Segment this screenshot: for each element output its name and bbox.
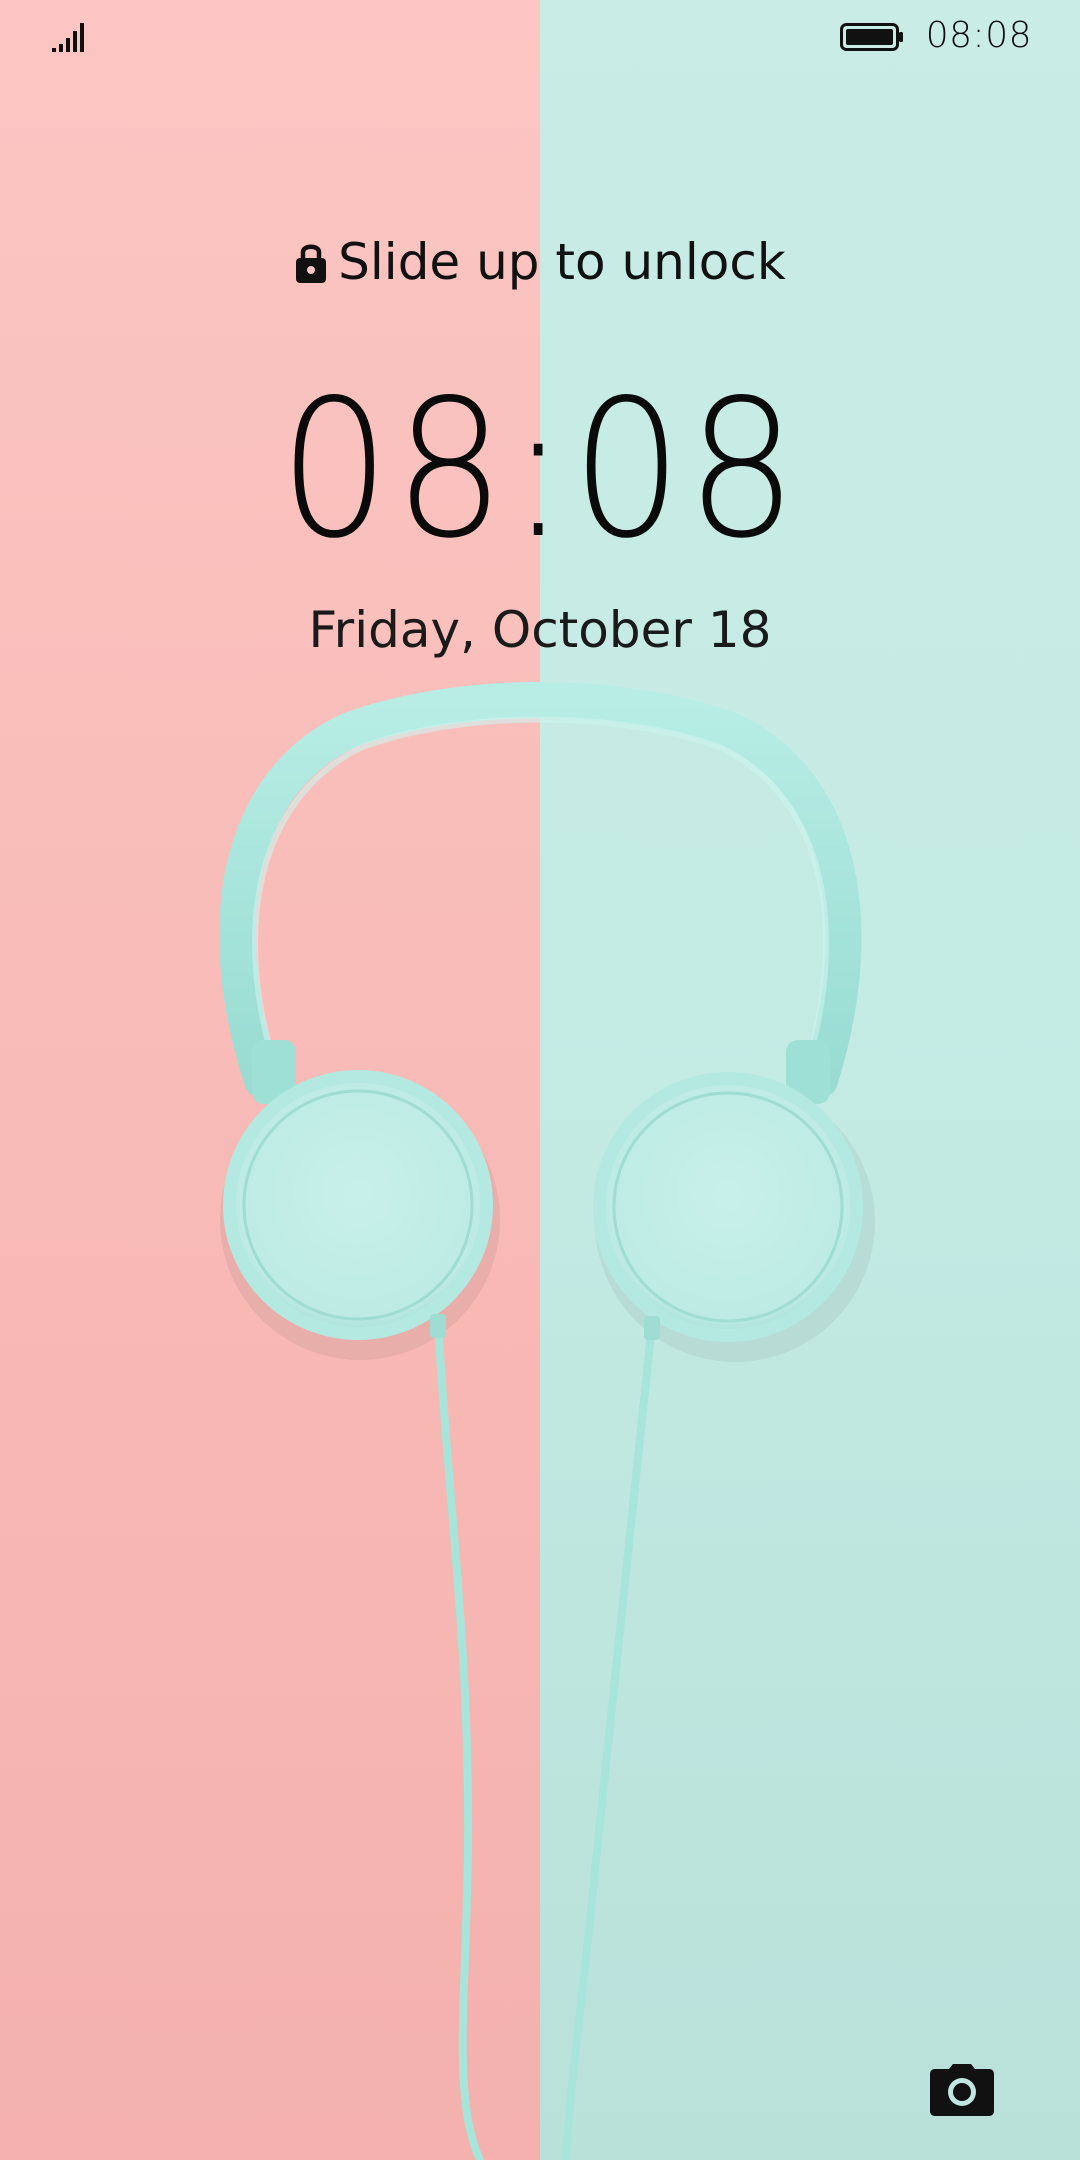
camera-shortcut-button[interactable] bbox=[922, 2050, 1002, 2130]
headphones-illustration bbox=[219, 682, 875, 2160]
camera-icon bbox=[930, 2064, 994, 2116]
lock-icon bbox=[296, 244, 327, 283]
battery-full-icon bbox=[840, 23, 903, 51]
lockscreen-clock: 08:08 bbox=[278, 359, 802, 580]
status-bar: 08:08 bbox=[0, 0, 1080, 72]
wallpaper bbox=[0, 0, 1080, 2160]
status-time: 08:08 bbox=[925, 15, 1032, 56]
lockscreen-date: Friday, October 18 bbox=[308, 601, 772, 659]
signal-bars-icon bbox=[52, 23, 84, 52]
unlock-hint-text: Slide up to unlock bbox=[338, 233, 786, 291]
unlock-hint[interactable]: Slide up to unlock bbox=[0, 232, 1080, 292]
